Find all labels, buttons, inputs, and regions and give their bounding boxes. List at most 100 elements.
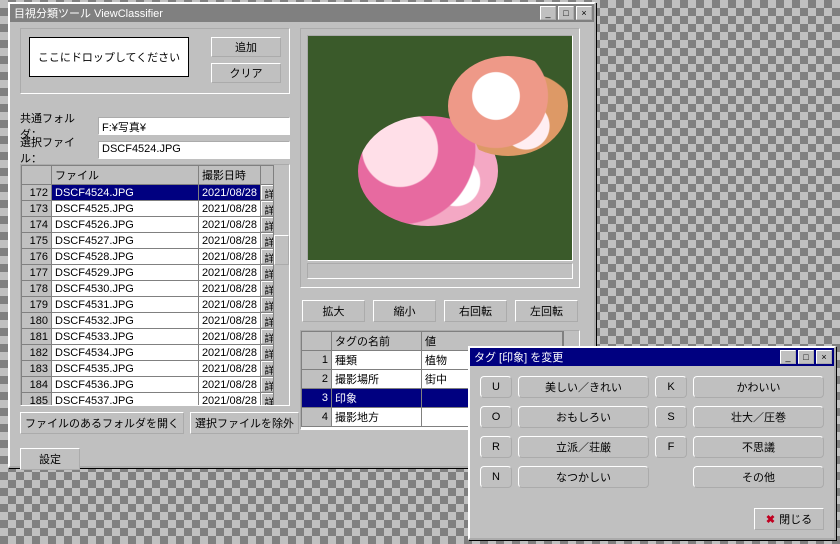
table-row[interactable]: 177DSCF4529.JPG2021/08/28詳細 [22,265,289,281]
table-row[interactable]: 183DSCF4535.JPG2021/08/28詳細 [22,361,289,377]
cell-datetime: 2021/08/28 [198,281,260,297]
file-grid[interactable]: ファイル 撮影日時 172DSCF4524.JPG2021/08/28詳細173… [20,164,290,406]
preview-scrollbar[interactable] [307,263,573,279]
table-row[interactable]: 173DSCF4525.JPG2021/08/28詳細 [22,201,289,217]
dialog-close-button[interactable]: ✖ 閉じる [754,508,824,530]
zoom-in-button[interactable]: 拡大 [302,300,365,322]
cell-file: DSCF4530.JPG [52,281,199,297]
drop-hint: ここにドロップしてください [38,49,180,65]
tag-option: R 立派／荘厳 [480,436,649,458]
tag-option-key[interactable]: R [480,436,512,458]
tag-option-button[interactable]: おもしろい [518,406,649,428]
folder-field[interactable]: F:¥写真¥ [98,117,290,135]
tag-col-name[interactable]: タグの名前 [332,332,422,351]
table-row[interactable]: 181DSCF4533.JPG2021/08/28詳細 [22,329,289,345]
row-number: 175 [22,233,52,249]
cell-file: DSCF4525.JPG [52,201,199,217]
cell-datetime: 2021/08/28 [198,361,260,377]
table-row[interactable]: 179DSCF4531.JPG2021/08/28詳細 [22,297,289,313]
row-number: 172 [22,185,52,201]
settings-button[interactable]: 設定 [20,448,80,470]
dialog-title: タグ [印象] を変更 [472,349,778,365]
tag-name-cell: 撮影場所 [332,370,422,389]
cell-file: DSCF4535.JPG [52,361,199,377]
cell-datetime: 2021/08/28 [198,345,260,361]
minimize-icon[interactable]: _ [540,6,556,20]
tag-option-button[interactable]: かわいい [693,376,824,398]
close-icon[interactable]: × [576,6,592,20]
tag-name-cell: 印象 [332,389,422,408]
clear-button[interactable]: クリア [211,63,281,83]
tag-option-key[interactable]: K [655,376,687,398]
cell-datetime: 2021/08/28 [198,393,260,407]
cell-file: DSCF4533.JPG [52,329,199,345]
main-title: 目視分類ツール ViewClassifier [12,5,538,21]
tag-option-button[interactable]: 壮大／圧巻 [693,406,824,428]
cell-datetime: 2021/08/28 [198,233,260,249]
cell-file: DSCF4536.JPG [52,377,199,393]
maximize-icon[interactable]: □ [558,6,574,20]
tag-name-cell: 撮影地方 [332,408,422,427]
tag-option: その他 [655,466,824,488]
add-button[interactable]: 追加 [211,37,281,57]
table-row[interactable]: 178DSCF4530.JPG2021/08/28詳細 [22,281,289,297]
scrollbar-thumb[interactable] [274,235,289,265]
cell-datetime: 2021/08/28 [198,377,260,393]
preview-panel [300,28,580,288]
table-row[interactable]: 176DSCF4528.JPG2021/08/28詳細 [22,249,289,265]
col-datetime[interactable]: 撮影日時 [198,166,260,185]
file-grid-scrollbar[interactable] [273,165,289,405]
main-titlebar[interactable]: 目視分類ツール ViewClassifier _ □ × [10,4,594,22]
cell-datetime: 2021/08/28 [198,201,260,217]
table-row[interactable]: 182DSCF4534.JPG2021/08/28詳細 [22,345,289,361]
table-row[interactable]: 175DSCF4527.JPG2021/08/28詳細 [22,233,289,249]
dialog-minimize-icon[interactable]: _ [780,350,796,364]
table-row[interactable]: 180DSCF4532.JPG2021/08/28詳細 [22,313,289,329]
rotate-right-button[interactable]: 右回転 [444,300,507,322]
remove-selected-button[interactable]: 選択ファイルを除外 [190,412,299,434]
drop-target[interactable]: ここにドロップしてください [29,37,189,77]
tag-option: N なつかしい [480,466,649,488]
tag-option: U 美しい／きれい [480,376,649,398]
tag-option: F 不思議 [655,436,824,458]
tag-option-key[interactable]: S [655,406,687,428]
row-number: 179 [22,297,52,313]
row-number: 180 [22,313,52,329]
dialog-maximize-icon[interactable]: □ [798,350,814,364]
tag-option-button[interactable]: 不思議 [693,436,824,458]
row-number: 182 [22,345,52,361]
tag-option-button[interactable]: 美しい／きれい [518,376,649,398]
tag-option-button[interactable]: なつかしい [518,466,649,488]
cell-datetime: 2021/08/28 [198,313,260,329]
tag-option: S 壮大／圧巻 [655,406,824,428]
table-row[interactable]: 174DSCF4526.JPG2021/08/28詳細 [22,217,289,233]
drop-panel: ここにドロップしてください 追加 クリア [20,28,290,94]
preview-image[interactable] [307,35,573,261]
cell-file: DSCF4537.JPG [52,393,199,407]
tag-option-key[interactable]: F [655,436,687,458]
col-file[interactable]: ファイル [52,166,199,185]
tag-row-number: 4 [302,408,332,427]
tag-option-key[interactable]: U [480,376,512,398]
table-row[interactable]: 172DSCF4524.JPG2021/08/28詳細 [22,185,289,201]
rotate-left-button[interactable]: 左回転 [515,300,578,322]
tag-option-button[interactable]: その他 [693,466,824,488]
tag-dialog: タグ [印象] を変更 _ □ × U 美しい／きれい K かわいい O おもしろい S 壮大… [468,346,836,540]
table-row[interactable]: 185DSCF4537.JPG2021/08/28詳細 [22,393,289,407]
open-folder-button[interactable]: ファイルのあるフォルダを開く [20,412,184,434]
zoom-out-button[interactable]: 縮小 [373,300,436,322]
cell-file: DSCF4528.JPG [52,249,199,265]
row-number: 177 [22,265,52,281]
dialog-titlebar[interactable]: タグ [印象] を変更 _ □ × [470,348,834,366]
close-x-icon: ✖ [766,513,775,526]
selfile-field[interactable]: DSCF4524.JPG [98,141,290,159]
tag-option-key[interactable]: N [480,466,512,488]
cell-datetime: 2021/08/28 [198,265,260,281]
dialog-close-icon[interactable]: × [816,350,832,364]
tag-option-button[interactable]: 立派／荘厳 [518,436,649,458]
tag-option-key[interactable]: O [480,406,512,428]
tag-row-number: 3 [302,389,332,408]
cell-file: DSCF4531.JPG [52,297,199,313]
cell-file: DSCF4534.JPG [52,345,199,361]
table-row[interactable]: 184DSCF4536.JPG2021/08/28詳細 [22,377,289,393]
